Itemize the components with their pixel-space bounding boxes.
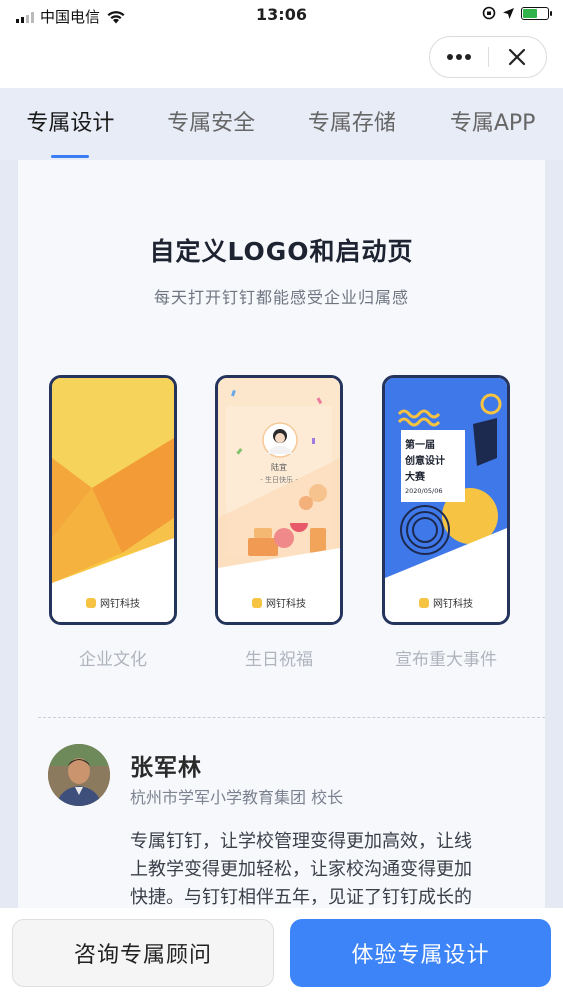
- tab-security[interactable]: 专属安全: [141, 88, 282, 160]
- design-card: 自定义LOGO和启动页 每天打开钉钉都能感受企业归属感 网钉科技 陆宜 - 生日…: [18, 160, 545, 908]
- phone-brand: 网钉科技: [385, 595, 507, 610]
- section-divider: [38, 717, 545, 718]
- content-area[interactable]: 自定义LOGO和启动页 每天打开钉钉都能感受企业归属感 网钉科技 陆宜 - 生日…: [0, 160, 563, 908]
- hero-subtitle: 每天打开钉钉都能感受企业归属感: [153, 288, 409, 307]
- phone-birthday: 陆宜 - 生日快乐 - 网钉科技: [215, 375, 343, 625]
- person-title: 杭州市学军小学教育集团 校长: [130, 788, 344, 807]
- nav-bar: [0, 30, 563, 88]
- avatar: [48, 744, 110, 806]
- event-poster-text: 第一届 创意设计 大赛 2020/05/06: [405, 440, 445, 495]
- more-icon: [446, 54, 471, 60]
- brand-logo-icon: [252, 597, 262, 608]
- more-button[interactable]: [430, 37, 488, 77]
- birthday-greeting: - 生日快乐 -: [260, 476, 298, 484]
- status-bar: 中国电信 13:06: [0, 0, 563, 30]
- phone-brand: 网钉科技: [52, 595, 174, 610]
- tab-storage[interactable]: 专属存储: [282, 88, 423, 160]
- bottom-action-bar: 咨询专属顾问 体验专属设计: [0, 908, 563, 1000]
- person-name: 张军林: [130, 755, 202, 781]
- caption-birthday: 生日祝福: [245, 650, 313, 670]
- brand-logo-icon: [86, 597, 96, 608]
- culture-splash-art: [52, 378, 174, 622]
- phone-event: 第一届 创意设计 大赛 2020/05/06 网钉科技: [382, 375, 510, 625]
- testimonial-quote: 专属钉钉，让学校管理变得更加高效，让线 上教学变得更加轻松，让家校沟通变得更加 …: [130, 831, 472, 908]
- tab-design[interactable]: 专属设计: [0, 88, 141, 160]
- orientation-lock-icon: [482, 6, 496, 20]
- close-button[interactable]: [489, 37, 547, 77]
- feature-tabs: 专属设计 专属安全 专属存储 专属APP: [0, 88, 563, 160]
- birthday-splash-art: [218, 378, 340, 622]
- event-splash-art: [385, 378, 507, 622]
- consult-advisor-button[interactable]: 咨询专属顾问: [12, 919, 274, 987]
- phone-brand: 网钉科技: [218, 595, 340, 610]
- battery-icon: [521, 6, 552, 20]
- caption-culture: 企业文化: [79, 650, 147, 670]
- birthday-name: 陆宜: [271, 463, 287, 472]
- mini-program-capsule: [429, 36, 547, 78]
- status-right: [482, 6, 552, 20]
- hero-title: 自定义LOGO和启动页: [149, 237, 414, 266]
- try-design-button[interactable]: 体验专属设计: [290, 919, 551, 987]
- location-icon: [503, 7, 514, 19]
- status-time: 13:06: [256, 5, 307, 24]
- phone-culture: 网钉科技: [49, 375, 177, 625]
- tab-app[interactable]: 专属APP: [422, 88, 563, 160]
- close-icon: [509, 48, 526, 66]
- caption-event: 宣布重大事件: [395, 650, 497, 670]
- phone-previews: 网钉科技 陆宜 - 生日快乐 - 网钉科技 第一届 创意设计 大赛 2020/0…: [49, 375, 515, 670]
- brand-logo-icon: [419, 597, 429, 608]
